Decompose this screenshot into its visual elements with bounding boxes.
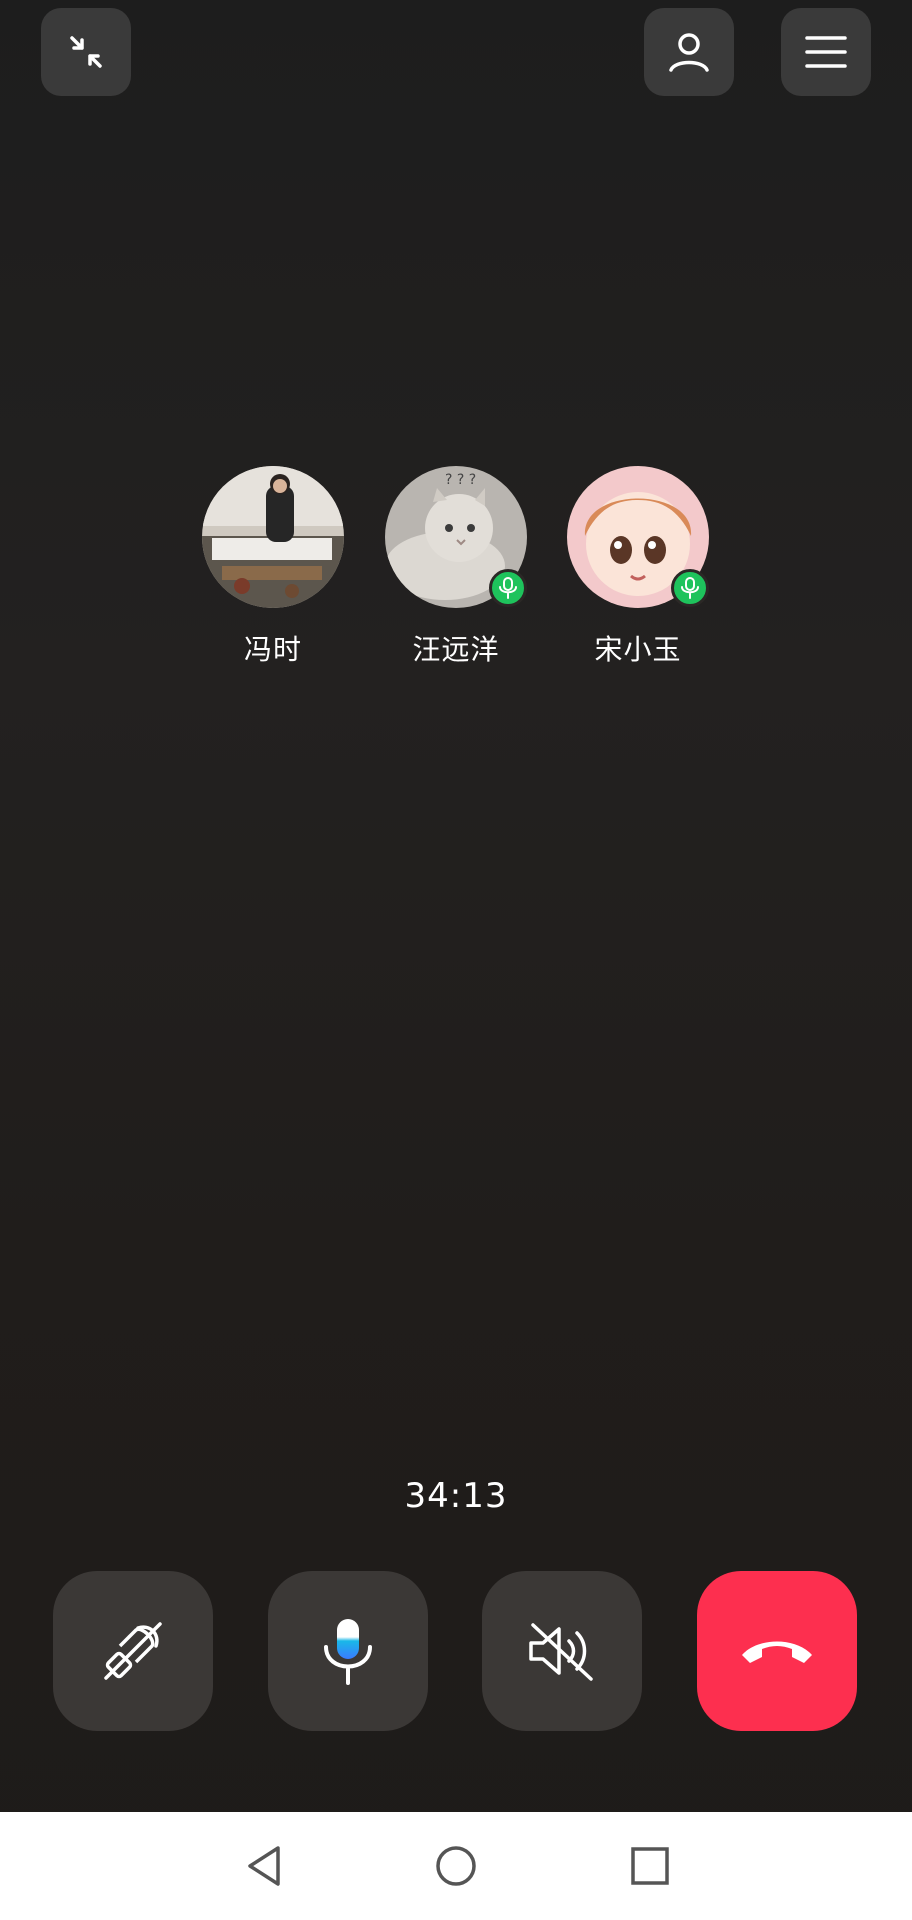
call-duration: 34:13 bbox=[404, 1476, 508, 1516]
participants-list: 冯时 ? ? ? 汪远洋 宋小玉 bbox=[0, 466, 912, 666]
participant-item[interactable]: 冯时 bbox=[202, 466, 344, 668]
nav-back-button[interactable] bbox=[234, 1836, 294, 1896]
minimize-button[interactable] bbox=[41, 8, 131, 96]
microphone-icon bbox=[499, 577, 517, 599]
mute-audio-button[interactable] bbox=[482, 1571, 642, 1731]
speaker-off-button[interactable] bbox=[53, 1571, 213, 1731]
volume-muted-icon bbox=[529, 1623, 593, 1681]
microphone-button[interactable] bbox=[268, 1571, 428, 1731]
call-screen: 冯时 ? ? ? 汪远洋 宋小玉 34:13 bbox=[0, 0, 912, 1812]
mic-on-badge bbox=[489, 569, 527, 607]
participant-item[interactable]: ? ? ? 汪远洋 bbox=[385, 466, 527, 668]
avatar bbox=[202, 466, 344, 608]
recent-apps-square-icon bbox=[631, 1847, 669, 1885]
nav-home-button[interactable] bbox=[426, 1836, 486, 1896]
menu-button[interactable] bbox=[781, 8, 871, 96]
system-navigation-bar bbox=[0, 1812, 912, 1920]
hamburger-menu-icon bbox=[805, 36, 847, 68]
minimize-arrows-icon bbox=[70, 36, 102, 68]
speaker-off-icon bbox=[104, 1622, 162, 1680]
add-participant-button[interactable] bbox=[644, 8, 734, 96]
microphone-icon bbox=[681, 577, 699, 599]
hang-up-button[interactable] bbox=[697, 1571, 857, 1731]
back-triangle-icon bbox=[248, 1846, 280, 1886]
svg-text:? ? ?: ? ? ? bbox=[445, 472, 476, 488]
participant-name: 汪远洋 bbox=[412, 633, 500, 666]
participant-name: 冯时 bbox=[243, 633, 302, 666]
person-icon bbox=[669, 33, 709, 72]
nav-recent-apps-button[interactable] bbox=[620, 1836, 680, 1896]
participant-name: 宋小玉 bbox=[594, 633, 682, 666]
mic-on-badge bbox=[671, 569, 709, 607]
participant-item[interactable]: 宋小玉 bbox=[567, 466, 709, 668]
home-circle-icon bbox=[436, 1846, 476, 1886]
microphone-icon bbox=[324, 1619, 372, 1685]
hang-up-icon bbox=[742, 1641, 812, 1663]
